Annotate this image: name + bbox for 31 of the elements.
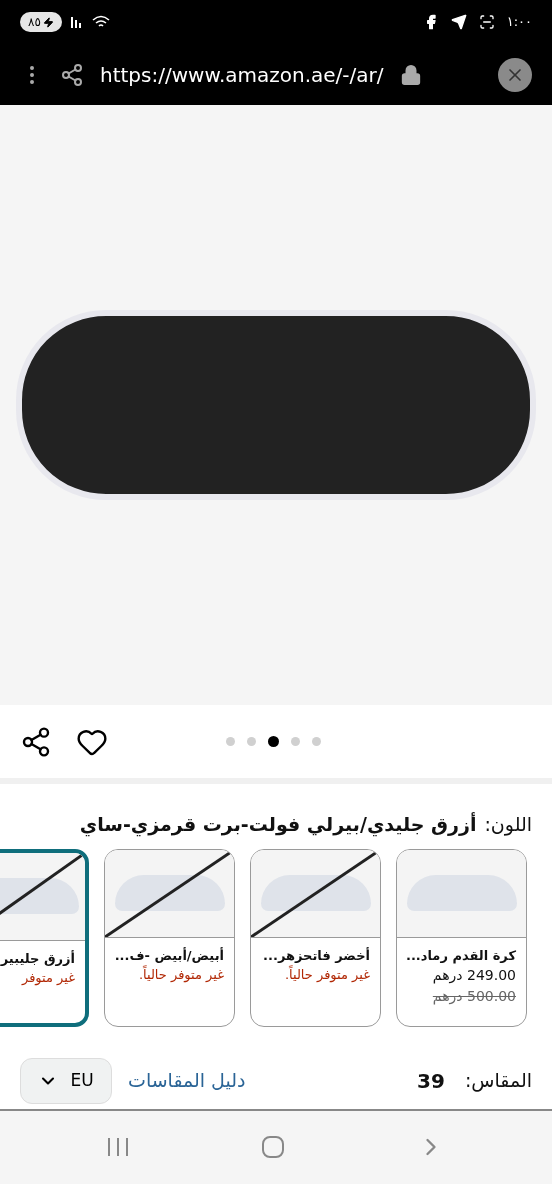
lock-icon	[399, 63, 422, 86]
color-value: أزرق جليدي/بيرلي فولت-برت قرمزي-ساي	[79, 811, 477, 839]
url-text[interactable]: https://www.amazon.ae/-/ar/	[100, 59, 384, 90]
swatch-name: أزرق جليبير	[0, 949, 75, 968]
size-value: 39	[417, 1067, 445, 1095]
color-swatch[interactable]: أخضر فاتحزهر... غير متوفر حالياً.	[250, 848, 381, 1027]
send-icon	[450, 14, 467, 30]
swatch-price: 249.00 درهم	[432, 966, 516, 986]
swatch-name: أخضر فاتحزهر...	[263, 946, 370, 965]
share-icon[interactable]	[60, 62, 84, 87]
color-swatch[interactable]: أزرق جليبير غير متوفر	[0, 848, 89, 1027]
share-icon[interactable]	[20, 725, 52, 758]
size-system-dropdown[interactable]: EU	[20, 1057, 112, 1104]
recent-apps-icon[interactable]	[106, 1137, 129, 1158]
close-button[interactable]	[498, 57, 532, 92]
screenshot-icon	[478, 14, 495, 30]
availability-status: غير متوفر	[22, 969, 75, 988]
availability-status: غير متوفر حالياً.	[284, 965, 370, 985]
color-swatch[interactable]: كرة القدم رماد... 249.00 درهم 500.00 درهم	[396, 848, 527, 1027]
home-icon[interactable]	[262, 1136, 284, 1159]
color-swatch[interactable]: أبيض/أبيض -ف... غير متوفر حالياً.	[104, 848, 235, 1027]
clock-time: ١:٠٠	[506, 13, 532, 32]
availability-status: غير متوفر حالياً.	[138, 965, 224, 985]
signal-icon	[69, 15, 84, 29]
swatch-name: أبيض/أبيض -ف...	[114, 946, 224, 965]
size-guide-link[interactable]: دليل المقاسات	[128, 1066, 246, 1095]
size-label: المقاس:	[464, 1068, 532, 1094]
swatch-name: كرة القدم رماد...	[406, 946, 516, 965]
color-label: اللون:	[484, 812, 532, 838]
battery-indicator: ٨٥	[20, 12, 62, 32]
swatch-old-price: 500.00 درهم	[432, 987, 516, 1007]
